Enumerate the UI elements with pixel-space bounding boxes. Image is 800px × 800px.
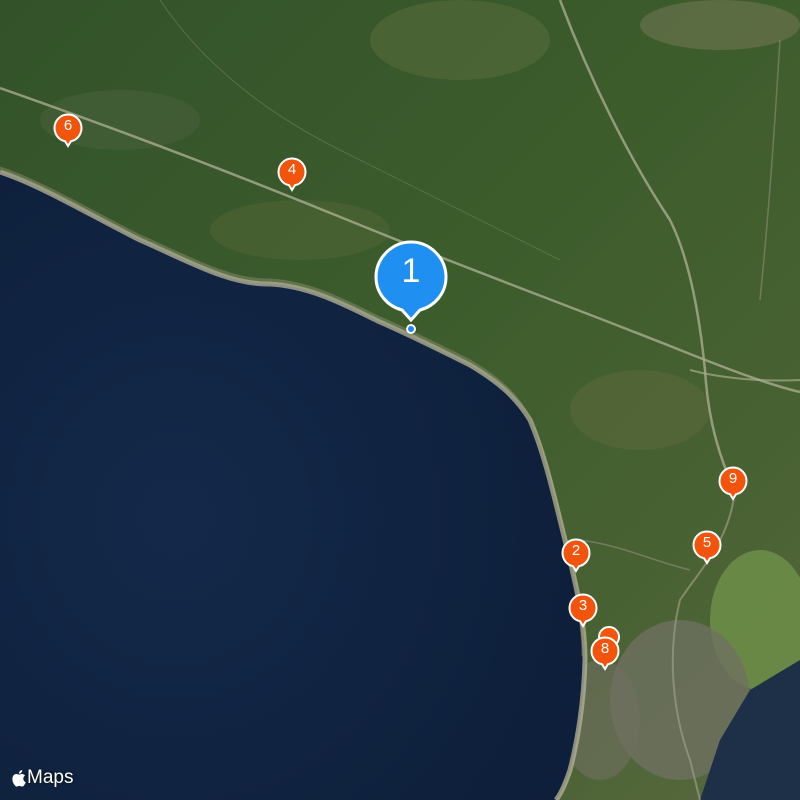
satellite-imagery bbox=[0, 0, 800, 800]
map-pin-label: 8 bbox=[600, 640, 610, 657]
map-pin-label: 3 bbox=[578, 597, 588, 614]
maps-attribution[interactable]: Maps bbox=[11, 766, 73, 790]
map-pin-1[interactable]: 1 bbox=[374, 240, 448, 323]
map-pin-3[interactable]: 3 bbox=[568, 593, 598, 628]
map-pin-label: 6 bbox=[63, 117, 73, 134]
map-pin-label: 4 bbox=[287, 161, 297, 178]
map-pin-9[interactable]: 9 bbox=[718, 466, 748, 501]
map-pin-label: 2 bbox=[571, 542, 581, 559]
map-pin-4[interactable]: 4 bbox=[277, 157, 307, 192]
map-view[interactable]: 1 2 3 4 5 6 8 9 Maps bbox=[0, 0, 800, 800]
map-pin-label: 9 bbox=[728, 470, 738, 487]
user-location-dot bbox=[406, 324, 416, 334]
map-pin-label: 5 bbox=[702, 534, 712, 551]
map-pin-5[interactable]: 5 bbox=[692, 530, 722, 565]
map-pin-label: 1 bbox=[401, 252, 421, 290]
map-pin-8[interactable]: 8 bbox=[590, 636, 620, 671]
apple-logo-icon bbox=[12, 770, 26, 787]
map-pin-2[interactable]: 2 bbox=[561, 538, 591, 573]
maps-brand-label: Maps bbox=[27, 767, 74, 788]
map-pin-6[interactable]: 6 bbox=[53, 113, 83, 148]
